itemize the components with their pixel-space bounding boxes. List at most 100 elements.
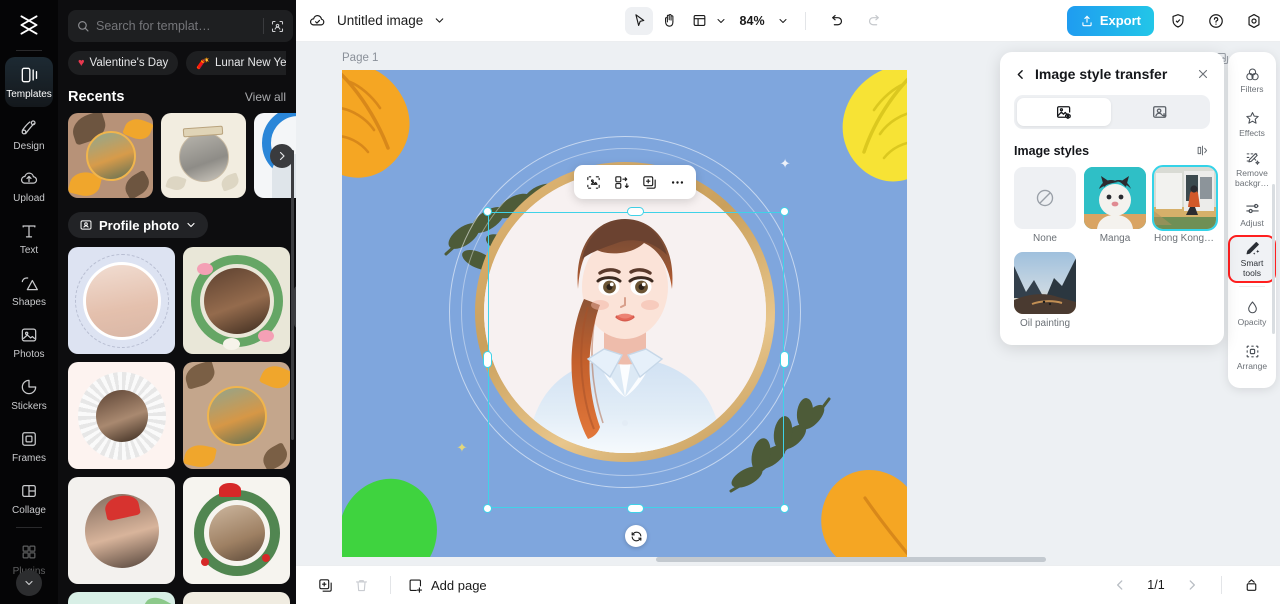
duplicate-page-button[interactable] [312, 572, 338, 598]
canvas-horizontal-scrollbar[interactable] [656, 557, 1046, 562]
category-selector[interactable]: Profile photo [68, 212, 209, 238]
sidebar-item-label: Collage [12, 505, 46, 516]
remove-bg-icon [613, 174, 630, 191]
style-thumbnail [1014, 252, 1076, 314]
rotate-handle[interactable] [625, 525, 647, 547]
zoom-level[interactable]: 84% [737, 14, 767, 28]
selection-box[interactable] [483, 207, 789, 513]
design-canvas[interactable]: ✦ ✦ [342, 70, 907, 557]
tool-label: Effects [1239, 127, 1265, 138]
add-page-button[interactable]: Add page [407, 577, 487, 594]
back-button[interactable] [1014, 68, 1027, 81]
search-box[interactable] [68, 10, 293, 42]
template-card[interactable] [183, 477, 290, 584]
undo-button[interactable] [822, 7, 850, 35]
style-option-oil-painting[interactable]: Oil painting [1014, 252, 1076, 329]
recent-template-card[interactable] [161, 113, 246, 198]
view-all-link[interactable]: View all [245, 90, 286, 104]
style-option-manga[interactable]: Manga [1084, 167, 1146, 244]
capcut-logo-icon[interactable] [12, 8, 46, 42]
smart-crop-button[interactable] [580, 169, 606, 195]
more-button[interactable] [664, 169, 690, 195]
sidebar-item-label: Photos [13, 349, 45, 360]
remove-background-icon [1244, 150, 1261, 167]
sidebar-item-upload[interactable]: Upload [5, 161, 53, 211]
image-search-icon[interactable] [270, 19, 285, 34]
template-card[interactable] [183, 247, 290, 354]
template-card[interactable] [183, 362, 290, 469]
heart-icon: ♥ [78, 57, 85, 69]
panel-collapse-handle[interactable] [294, 286, 296, 328]
page-grid-button[interactable] [1238, 572, 1264, 598]
layout-tool-button[interactable] [685, 7, 713, 35]
image-styles-grid: None Manga Hong Kong … Oil painting [1014, 165, 1218, 329]
zoom-chevron-down-icon[interactable] [777, 15, 789, 27]
duplicate-button[interactable] [636, 169, 662, 195]
sidebar-item-photos[interactable]: Photos [5, 317, 53, 367]
chip-valentines-day[interactable]: ♥ Valentine's Day [68, 51, 179, 75]
tool-arrange[interactable]: Arrange [1230, 336, 1274, 378]
recent-template-card[interactable] [68, 113, 153, 198]
sidebar-item-frames[interactable]: Frames [5, 421, 53, 471]
resize-handle-tr[interactable] [780, 207, 789, 216]
resize-handle-top[interactable] [627, 207, 644, 216]
resize-handle-tl[interactable] [483, 207, 492, 216]
sidebar-item-label: Text [19, 245, 39, 256]
prev-page-button[interactable] [1107, 572, 1133, 598]
sidebar-item-stickers[interactable]: Stickers [5, 369, 53, 419]
tool-filters[interactable]: Filters [1230, 59, 1274, 101]
chevron-down-icon[interactable] [433, 14, 446, 27]
chevron-down-icon[interactable] [715, 15, 727, 27]
stickers-icon [18, 376, 40, 398]
chevron-right-icon [1185, 578, 1199, 592]
arrange-icon [1244, 343, 1261, 360]
next-page-button[interactable] [1179, 572, 1205, 598]
hand-icon [661, 12, 678, 29]
hand-tool-button[interactable] [655, 7, 683, 35]
delete-page-button[interactable] [348, 572, 374, 598]
tool-remove-background[interactable]: Remove backgr… [1230, 147, 1274, 191]
tab-portrait-style[interactable] [1114, 98, 1208, 126]
resize-handle-bl[interactable] [483, 504, 492, 513]
sidebar-item-collage[interactable]: Collage [5, 473, 53, 523]
select-tool-button[interactable] [625, 6, 654, 35]
tool-rail-scrollbar[interactable] [1272, 184, 1275, 334]
template-card[interactable] [183, 592, 290, 604]
template-card[interactable] [68, 592, 175, 604]
sidebar-item-design[interactable]: Design [5, 109, 53, 159]
recents-next-button[interactable] [270, 143, 294, 168]
sidebar-item-text[interactable]: Text [5, 213, 53, 263]
tool-effects[interactable]: Effects [1230, 103, 1274, 145]
rail-collapse-button[interactable] [16, 570, 42, 596]
document-title[interactable]: Untitled image [337, 13, 423, 28]
text-icon [18, 220, 40, 242]
element-float-toolbar[interactable] [574, 165, 696, 199]
template-card[interactable] [68, 247, 175, 354]
style-option-hong-kong[interactable]: Hong Kong … [1152, 165, 1218, 244]
resize-handle-br[interactable] [780, 504, 789, 513]
plugins-icon [18, 541, 40, 563]
tool-adjust[interactable]: Adjust [1230, 193, 1274, 235]
shield-button[interactable] [1164, 7, 1192, 35]
template-card[interactable] [68, 362, 175, 469]
search-input[interactable] [96, 19, 257, 33]
resize-handle-left[interactable] [483, 351, 492, 368]
sidebar-item-templates[interactable]: Templates [5, 57, 53, 107]
redo-button[interactable] [860, 7, 888, 35]
tool-smart-tools[interactable]: Smart tools [1228, 235, 1276, 283]
style-option-none[interactable]: None [1014, 167, 1076, 244]
remove-background-button[interactable] [608, 169, 634, 195]
chip-lunar-new-year[interactable]: 🧨 Lunar New Year [186, 51, 286, 75]
template-card[interactable] [68, 477, 175, 584]
export-button[interactable]: Export [1066, 5, 1154, 36]
settings-button[interactable] [1240, 7, 1268, 35]
close-button[interactable] [1196, 67, 1210, 81]
resize-handle-right[interactable] [780, 351, 789, 368]
sidebar-item-shapes[interactable]: Shapes [5, 265, 53, 315]
resize-handle-bottom[interactable] [627, 504, 644, 513]
bottom-divider-2 [1221, 576, 1222, 594]
tab-image-style[interactable] [1017, 98, 1111, 126]
help-button[interactable] [1202, 7, 1230, 35]
compare-icon[interactable] [1195, 143, 1210, 158]
tool-opacity[interactable]: Opacity [1230, 292, 1274, 334]
